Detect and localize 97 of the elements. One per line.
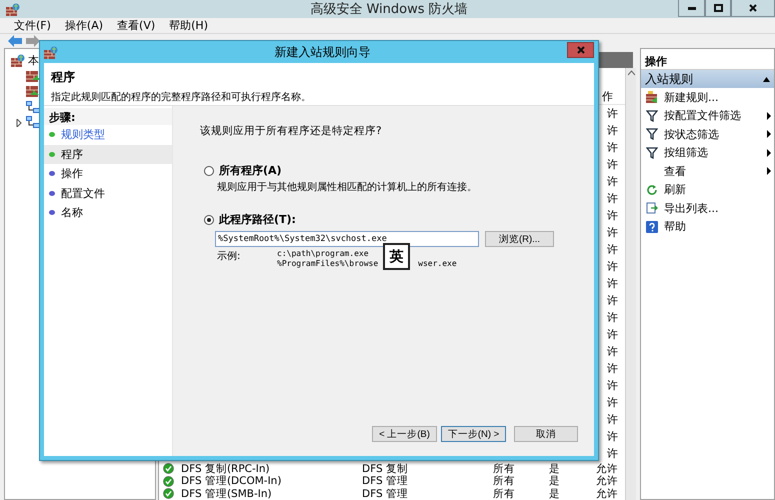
close-button[interactable] <box>731 0 775 17</box>
maximize-icon <box>714 4 722 12</box>
radio-option[interactable]: 此程序路径(T): <box>204 212 594 227</box>
table-cell-text: 许 <box>606 448 619 460</box>
brick-wall-icon <box>44 46 58 58</box>
table-cell-text: 许 <box>606 244 619 256</box>
step-item[interactable]: 程序 <box>44 144 172 164</box>
action-link[interactable]: 新建规则... <box>664 90 718 105</box>
step-item[interactable]: 配置文件 <box>44 184 172 203</box>
input-method-indicator[interactable]: 英 <box>383 243 410 270</box>
close-icon <box>576 46 584 54</box>
expand-arrow-icon[interactable] <box>15 118 23 127</box>
table-cell-text: 许 <box>606 312 619 324</box>
question-text: 该规则应用于所有程序还是特定程序? <box>200 124 383 138</box>
table-cell-text: 许 <box>606 380 619 392</box>
table-cell-text: 许 <box>606 396 619 409</box>
wizard-button[interactable]: < 上一步(B) <box>372 426 437 442</box>
table-cell-text: DFS 管理 <box>362 475 409 488</box>
table-cell-text: 许 <box>606 176 619 188</box>
table-cell-text: 许 <box>606 414 619 426</box>
table-cell-text: DFS 复制(RPC-In) <box>181 462 271 475</box>
table-cell-text: 是 <box>549 475 561 488</box>
example-path: wser.exe <box>418 259 457 269</box>
export-icon <box>646 202 658 214</box>
forward-arrow-icon[interactable] <box>26 35 40 48</box>
filter-icon <box>646 146 658 159</box>
table-cell-text: 许 <box>606 430 619 443</box>
example-path: c:\path\program.exe <box>277 249 369 259</box>
table-cell-text: 许 <box>606 192 619 205</box>
table-cell-text: 许 <box>606 328 619 341</box>
table-cell-text: 允许 <box>596 462 619 475</box>
column-header[interactable]: 作 <box>602 89 613 104</box>
brick-wall-icon <box>6 2 20 16</box>
brick-wall-icon <box>646 91 658 104</box>
table-cell-text: 许 <box>606 108 619 120</box>
table-cell-text: 许 <box>606 278 619 290</box>
action-link[interactable]: 查看 <box>664 164 686 179</box>
action-link[interactable]: 按状态筛选 <box>664 126 719 142</box>
table-cell-text: 是 <box>549 488 561 500</box>
table-cell-text: 允许 <box>596 475 619 488</box>
table-cell-text: 许 <box>606 362 619 375</box>
minimize-button[interactable] <box>678 0 705 17</box>
page-description: 指定此规则匹配的程序的完整程序路径和可执行程序名称。 <box>51 90 312 104</box>
section-header[interactable]: 入站规则 <box>641 70 774 88</box>
menu-item[interactable]: 操作(A) <box>58 18 110 33</box>
table-cell-text: DFS 管理 <box>362 488 409 500</box>
menu-item[interactable]: 查看(V) <box>111 18 162 33</box>
filter-icon <box>646 110 658 122</box>
table-cell-text: 许 <box>606 124 619 137</box>
example-label: 示例: <box>217 250 242 264</box>
dialog-title: 新建入站规则向导 <box>274 44 372 60</box>
action-link[interactable]: 刷新 <box>664 182 686 198</box>
table-cell-text: 许 <box>606 346 619 358</box>
table-cell-text: 所有 <box>493 488 516 500</box>
steps-title: 步骤: <box>44 108 172 125</box>
table-cell-text: 允许 <box>596 488 619 500</box>
table-cell-text: DFS 管理(DCOM-In) <box>181 475 282 488</box>
window-title: 高级安全 Windows 防火墙 <box>309 1 469 18</box>
wizard-button[interactable]: 下一步(N) > <box>441 426 506 442</box>
browse-button[interactable]: 浏览(R)... <box>485 231 554 247</box>
radio-option[interactable]: 所有程序(A) <box>204 163 594 178</box>
table-cell-text: 许 <box>606 226 619 239</box>
menu-item[interactable]: 帮助(H) <box>163 18 214 33</box>
scrollbar[interactable] <box>625 68 636 500</box>
table-cell-text: 许 <box>606 210 619 222</box>
wizard-button[interactable]: 取消 <box>514 426 578 442</box>
filter-icon <box>646 128 658 140</box>
action-link[interactable]: 导出列表... <box>664 200 718 216</box>
table-cell-text: 是 <box>549 462 561 475</box>
refresh-icon <box>646 184 658 196</box>
brick-wall-icon <box>11 54 25 68</box>
step-item[interactable]: 名称 <box>44 203 172 222</box>
menu-item[interactable]: 文件(F) <box>8 18 57 33</box>
table-cell-text: 许 <box>606 142 619 154</box>
step-item[interactable]: 操作 <box>44 164 172 184</box>
table-cell-text: 所有 <box>493 462 516 475</box>
table-cell-text: 许 <box>606 294 619 307</box>
step-item[interactable]: 规则类型 <box>44 125 172 144</box>
table-cell-text: DFS 复制 <box>362 462 409 475</box>
action-link[interactable]: 按配置文件筛选 <box>664 108 741 124</box>
path-field[interactable]: %SystemRoot%\System32\svchost.exe <box>215 231 479 247</box>
help-icon <box>646 220 658 233</box>
collapse-arrow-icon[interactable] <box>763 76 770 82</box>
action-link[interactable]: 按组筛选 <box>664 145 708 160</box>
maximize-button[interactable] <box>705 0 731 17</box>
back-arrow-icon[interactable] <box>8 35 22 48</box>
minimize-icon <box>688 6 696 10</box>
action-link[interactable]: 帮助 <box>664 219 686 234</box>
table-cell-text: DFS 管理(SMB-In) <box>181 488 273 500</box>
table-cell-text: 许 <box>606 260 619 273</box>
close-icon <box>749 4 757 12</box>
table-cell-text: 所有 <box>493 475 516 488</box>
example-path: %ProgramFiles%\browse <box>277 259 378 269</box>
table-cell-text: 许 <box>606 158 619 171</box>
option-description: 规则应用于与其他规则属性相匹配的计算机上的所有连接。 <box>217 180 478 194</box>
tree-item[interactable]: 本 <box>28 53 39 68</box>
page-heading: 程序 <box>51 69 76 86</box>
